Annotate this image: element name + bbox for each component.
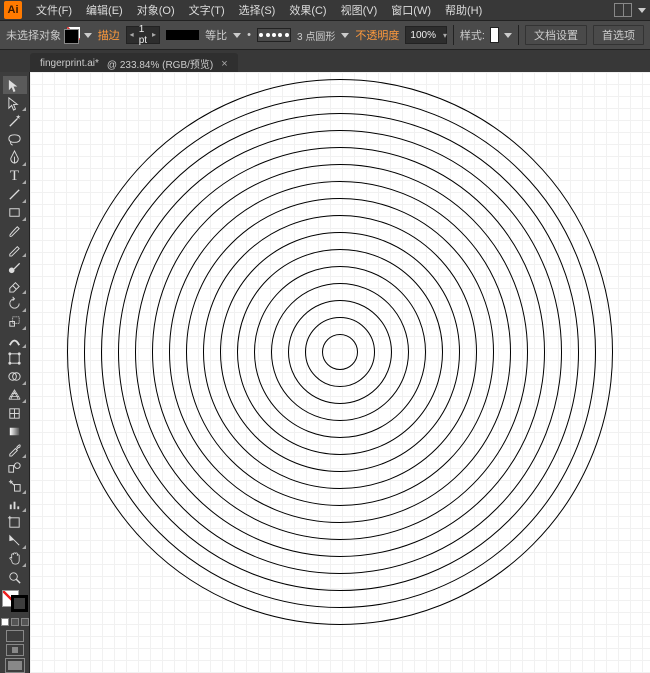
- tool-mesh[interactable]: [3, 404, 27, 422]
- close-icon[interactable]: ×: [221, 58, 227, 70]
- tool-eraser[interactable]: [3, 276, 27, 294]
- tab-filename: fingerprint.ai*: [40, 58, 99, 69]
- menu-window[interactable]: 窗口(W): [385, 0, 437, 20]
- color-mode-row[interactable]: [1, 618, 29, 626]
- tool-blend[interactable]: [3, 459, 27, 477]
- tab-zoom: @ 233.84% (RGB/预览): [107, 56, 213, 71]
- style-label: 样式:: [460, 27, 485, 43]
- tool-zoom[interactable]: [3, 568, 27, 586]
- opacity-label[interactable]: 不透明度: [355, 27, 399, 43]
- tool-pen[interactable]: [3, 149, 27, 167]
- tool-artboard[interactable]: [3, 513, 27, 531]
- tool-direct-selection[interactable]: [3, 94, 27, 112]
- tool-rotate[interactable]: [3, 295, 27, 313]
- tool-paintbrush[interactable]: [3, 222, 27, 240]
- app-logo: Ai: [4, 1, 22, 19]
- tool-lasso[interactable]: [3, 131, 27, 149]
- menu-object[interactable]: 对象(O): [131, 0, 181, 20]
- fill-dropdown-icon[interactable]: [84, 33, 92, 38]
- tools-panel: T: [0, 72, 30, 673]
- tool-eyedropper[interactable]: [3, 440, 27, 458]
- control-bar: 未选择对象 描边 ◂1 pt▸ 等比 • 3 点圆形 不透明度 100%▾ 样式…: [0, 20, 650, 50]
- tool-shape-builder[interactable]: [3, 368, 27, 386]
- menu-type[interactable]: 文字(T): [183, 0, 231, 20]
- dash-label-bullet: •: [247, 29, 251, 41]
- separator: [453, 25, 454, 45]
- menu-edit[interactable]: 编辑(E): [80, 0, 129, 20]
- draw-mode-row[interactable]: [6, 630, 24, 656]
- menu-effect[interactable]: 效果(C): [283, 0, 332, 20]
- menu-view[interactable]: 视图(V): [335, 0, 384, 20]
- tool-scale[interactable]: [3, 313, 27, 331]
- document-tab-strip: fingerprint.ai* @ 233.84% (RGB/预览) ×: [0, 50, 650, 72]
- opacity-input[interactable]: 100%▾: [405, 26, 447, 44]
- brush-definition-preview[interactable]: [257, 28, 291, 42]
- tool-perspective-grid[interactable]: [3, 386, 27, 404]
- layout-dropdown-icon[interactable]: [638, 8, 646, 13]
- canvas[interactable]: [30, 72, 650, 673]
- tool-blob-brush[interactable]: [3, 258, 27, 276]
- document-tab[interactable]: fingerprint.ai* @ 233.84% (RGB/预览) ×: [30, 53, 238, 72]
- ring-16: [67, 79, 613, 625]
- screen-mode-button[interactable]: [5, 658, 25, 673]
- separator-2: [518, 25, 519, 45]
- tool-free-transform[interactable]: [3, 349, 27, 367]
- tool-selection[interactable]: [3, 76, 27, 94]
- stroke-weight-input[interactable]: ◂1 pt▸: [126, 26, 160, 44]
- selection-status: 未选择对象: [6, 27, 61, 43]
- stroke-swatch[interactable]: [11, 595, 28, 612]
- brush-dropdown-icon[interactable]: [341, 33, 349, 38]
- tool-line[interactable]: [3, 185, 27, 203]
- menu-help[interactable]: 帮助(H): [439, 0, 488, 20]
- preferences-button[interactable]: 首选项: [593, 25, 644, 45]
- fill-stroke-control[interactable]: [2, 590, 28, 612]
- tool-pencil[interactable]: [3, 240, 27, 258]
- stroke-label[interactable]: 描边: [98, 27, 120, 43]
- tool-slice[interactable]: [3, 531, 27, 549]
- tool-rectangle[interactable]: [3, 204, 27, 222]
- menu-select[interactable]: 选择(S): [233, 0, 282, 20]
- tool-symbol-sprayer[interactable]: [3, 477, 27, 495]
- stroke-profile-preview[interactable]: [166, 30, 199, 40]
- style-dropdown-icon[interactable]: [504, 33, 512, 38]
- menu-bar: Ai 文件(F) 编辑(E) 对象(O) 文字(T) 选择(S) 效果(C) 视…: [0, 0, 650, 20]
- tool-magic-wand[interactable]: [3, 112, 27, 130]
- tool-type[interactable]: T: [3, 167, 27, 185]
- tool-column-graph[interactable]: [3, 495, 27, 513]
- ratio-label[interactable]: 等比: [205, 27, 227, 43]
- brush-name: 3 点圆形: [297, 28, 335, 43]
- tool-width[interactable]: [3, 331, 27, 349]
- style-swatch[interactable]: [491, 28, 498, 42]
- fill-stroke-swatch[interactable]: [67, 27, 78, 43]
- layout-arrange-icon[interactable]: [614, 3, 632, 17]
- document-setup-button[interactable]: 文档设置: [525, 25, 587, 45]
- ratio-dropdown-icon[interactable]: [233, 33, 241, 38]
- tool-gradient[interactable]: [3, 422, 27, 440]
- menu-file[interactable]: 文件(F): [30, 0, 78, 20]
- tool-hand[interactable]: [3, 550, 27, 568]
